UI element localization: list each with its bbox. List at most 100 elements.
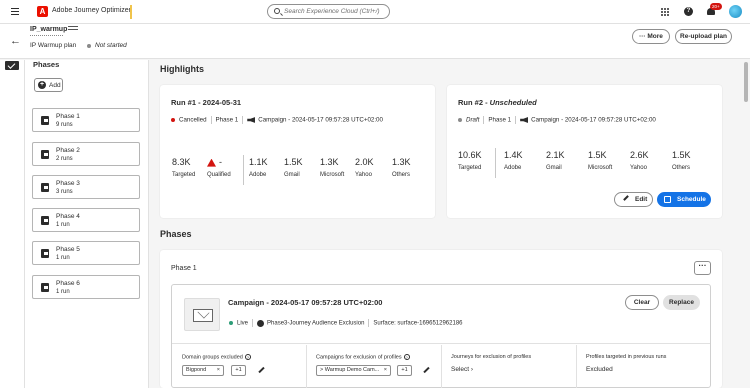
- phase-icon: [41, 283, 49, 292]
- stat-label: Yahoo: [630, 165, 647, 171]
- campaign-more-tag[interactable]: +1: [397, 365, 412, 376]
- stat-value: 1.5K: [672, 150, 691, 160]
- schedule-button[interactable]: Schedule: [657, 192, 711, 207]
- run-1-meta: Cancelled Phase 1 Campaign - 2024-05-17 09…: [171, 116, 383, 124]
- info-icon[interactable]: ?: [244, 354, 251, 360]
- phase-runs: 3 runs: [56, 189, 73, 195]
- stat-adobe: 1.4K Adobe: [504, 150, 523, 171]
- stat-label: Microsoft: [588, 165, 613, 171]
- stat-qualified: - Qualified: [207, 157, 231, 178]
- run-2-meta: Draft Phase 1 Campaign - 2024-05-17 09:57:…: [458, 116, 656, 124]
- campaign-tag-text: > Warmup Demo Cam...: [320, 367, 380, 373]
- more-button[interactable]: ··· More: [632, 29, 670, 44]
- stat-gmail: 2.1K Gmail: [546, 150, 565, 171]
- stat-value: 2.0K: [355, 157, 374, 167]
- campaign-name[interactable]: Campaign - 2024-05-17 09:57:28 UTC+02:00: [228, 298, 382, 307]
- journeys-select[interactable]: Select ›: [451, 366, 473, 373]
- stat-label: Yahoo: [355, 172, 372, 178]
- domain-groups-label: Domain groups excluded?: [182, 354, 251, 360]
- replace-button[interactable]: Replace: [663, 295, 700, 310]
- edit-label: Edit: [635, 196, 648, 203]
- stat-label: Microsoft: [320, 172, 345, 178]
- phase-icon: [41, 183, 49, 192]
- divider: [483, 116, 485, 124]
- divider: [515, 116, 517, 124]
- search-icon: [274, 8, 280, 14]
- column-divider: [576, 345, 577, 388]
- phase-name: Phase 2: [56, 147, 80, 154]
- run-2-title: Run #2 - Unscheduled: [458, 98, 537, 107]
- inbox-icon[interactable]: [5, 61, 19, 70]
- phase-icon: [41, 249, 49, 258]
- phase-runs: 2 runs: [56, 156, 73, 162]
- stat-value: 10.6K: [458, 150, 482, 160]
- column-divider: [306, 345, 307, 388]
- scrollbar-thumb[interactable]: [744, 62, 748, 102]
- phase-item[interactable]: Phase 3 3 runs: [32, 175, 140, 199]
- page-subtitle: IP Warmup plan: [30, 42, 77, 49]
- remove-tag-icon[interactable]: ×: [217, 366, 220, 375]
- journeys-exclusion-label: Journeys for exclusion of profiles: [451, 354, 532, 360]
- clear-button[interactable]: Clear: [625, 295, 659, 310]
- phase-name: Phase 6: [56, 280, 80, 287]
- stat-divider: [243, 155, 244, 185]
- phase-item[interactable]: Phase 2 2 runs: [32, 142, 140, 166]
- surface: Surface: surface-1696512962186: [373, 320, 463, 327]
- email-thumbnail: [184, 298, 220, 331]
- status-dot: [171, 118, 175, 122]
- run-1-phase: Phase 1: [215, 116, 239, 124]
- stat-label: Qualified: [207, 172, 231, 178]
- phase-item[interactable]: Phase 5 1 run: [32, 241, 140, 265]
- stat-value: 2.1K: [546, 150, 565, 160]
- reupload-plan-button[interactable]: Re-upload plan: [675, 29, 732, 44]
- campaign-status: Live: [237, 320, 249, 327]
- phase-runs: 1 run: [56, 289, 70, 295]
- settings-sliders-icon[interactable]: [68, 26, 78, 33]
- phase-item[interactable]: Phase 1 9 runs: [32, 108, 140, 132]
- status-dot: [458, 118, 462, 122]
- search-input[interactable]: Search Experience Cloud (Ctrl+/): [267, 4, 390, 19]
- stat-label: Others: [392, 172, 411, 178]
- title-underline: [30, 35, 63, 36]
- user-avatar[interactable]: [729, 5, 742, 18]
- app-name[interactable]: Adobe Journey Optimizer: [52, 7, 131, 14]
- stat-label: Adobe: [249, 172, 267, 178]
- left-rail: [0, 60, 25, 388]
- run-2-title-status: Unscheduled: [489, 98, 537, 107]
- phase-item[interactable]: Phase 6 1 run: [32, 275, 140, 299]
- journey-icon: [257, 319, 265, 327]
- app-switcher-icon[interactable]: [661, 8, 669, 16]
- help-icon[interactable]: ?: [684, 7, 693, 16]
- divider: [368, 319, 370, 327]
- remove-tag-icon[interactable]: ×: [384, 366, 387, 375]
- profiles-targeted-value: Excluded: [586, 366, 613, 373]
- phase-item[interactable]: Phase 4 1 run: [32, 208, 140, 232]
- hamburger-menu-icon[interactable]: [11, 8, 19, 15]
- campaign-meta: Live Phase3-Journey Audience Exclusion Sur…: [229, 319, 463, 327]
- phase-runs: 1 run: [56, 222, 70, 228]
- stat-value: 1.3K: [392, 157, 411, 167]
- page-title: IP_warmup: [30, 26, 68, 33]
- run-1-status: Cancelled: [179, 116, 207, 124]
- phase-more-button[interactable]: ···: [694, 261, 711, 275]
- edit-button[interactable]: Edit: [614, 192, 653, 207]
- phase-name: Phase 5: [56, 246, 80, 253]
- run-1-title: Run #1 - 2024-05-31: [171, 98, 242, 107]
- domain-more-tag[interactable]: +1: [231, 365, 246, 376]
- stat-value: 1.5K: [284, 157, 303, 167]
- divider: [242, 116, 244, 124]
- stat-microsoft: 1.3K Microsoft: [320, 157, 344, 178]
- phase-name: Phase 1: [56, 113, 80, 120]
- scrollbar[interactable]: [742, 60, 750, 388]
- notification-badge: 20+: [710, 3, 722, 10]
- add-phase-button[interactable]: + Add: [34, 78, 63, 92]
- run-2-phase: Phase 1: [488, 116, 512, 124]
- back-arrow-icon[interactable]: ←: [10, 35, 21, 47]
- run-1-campaign: Campaign - 2024-05-17 09:57:28 UTC+02:00: [258, 116, 383, 124]
- campaign-megaphone-icon: [247, 117, 256, 123]
- stat-gmail: 1.5K Gmail: [284, 157, 303, 178]
- column-divider: [441, 345, 442, 388]
- stat-yahoo: 2.6K Yahoo: [630, 150, 649, 171]
- phases-section-title: Phases: [160, 229, 192, 239]
- info-icon[interactable]: ?: [403, 354, 410, 360]
